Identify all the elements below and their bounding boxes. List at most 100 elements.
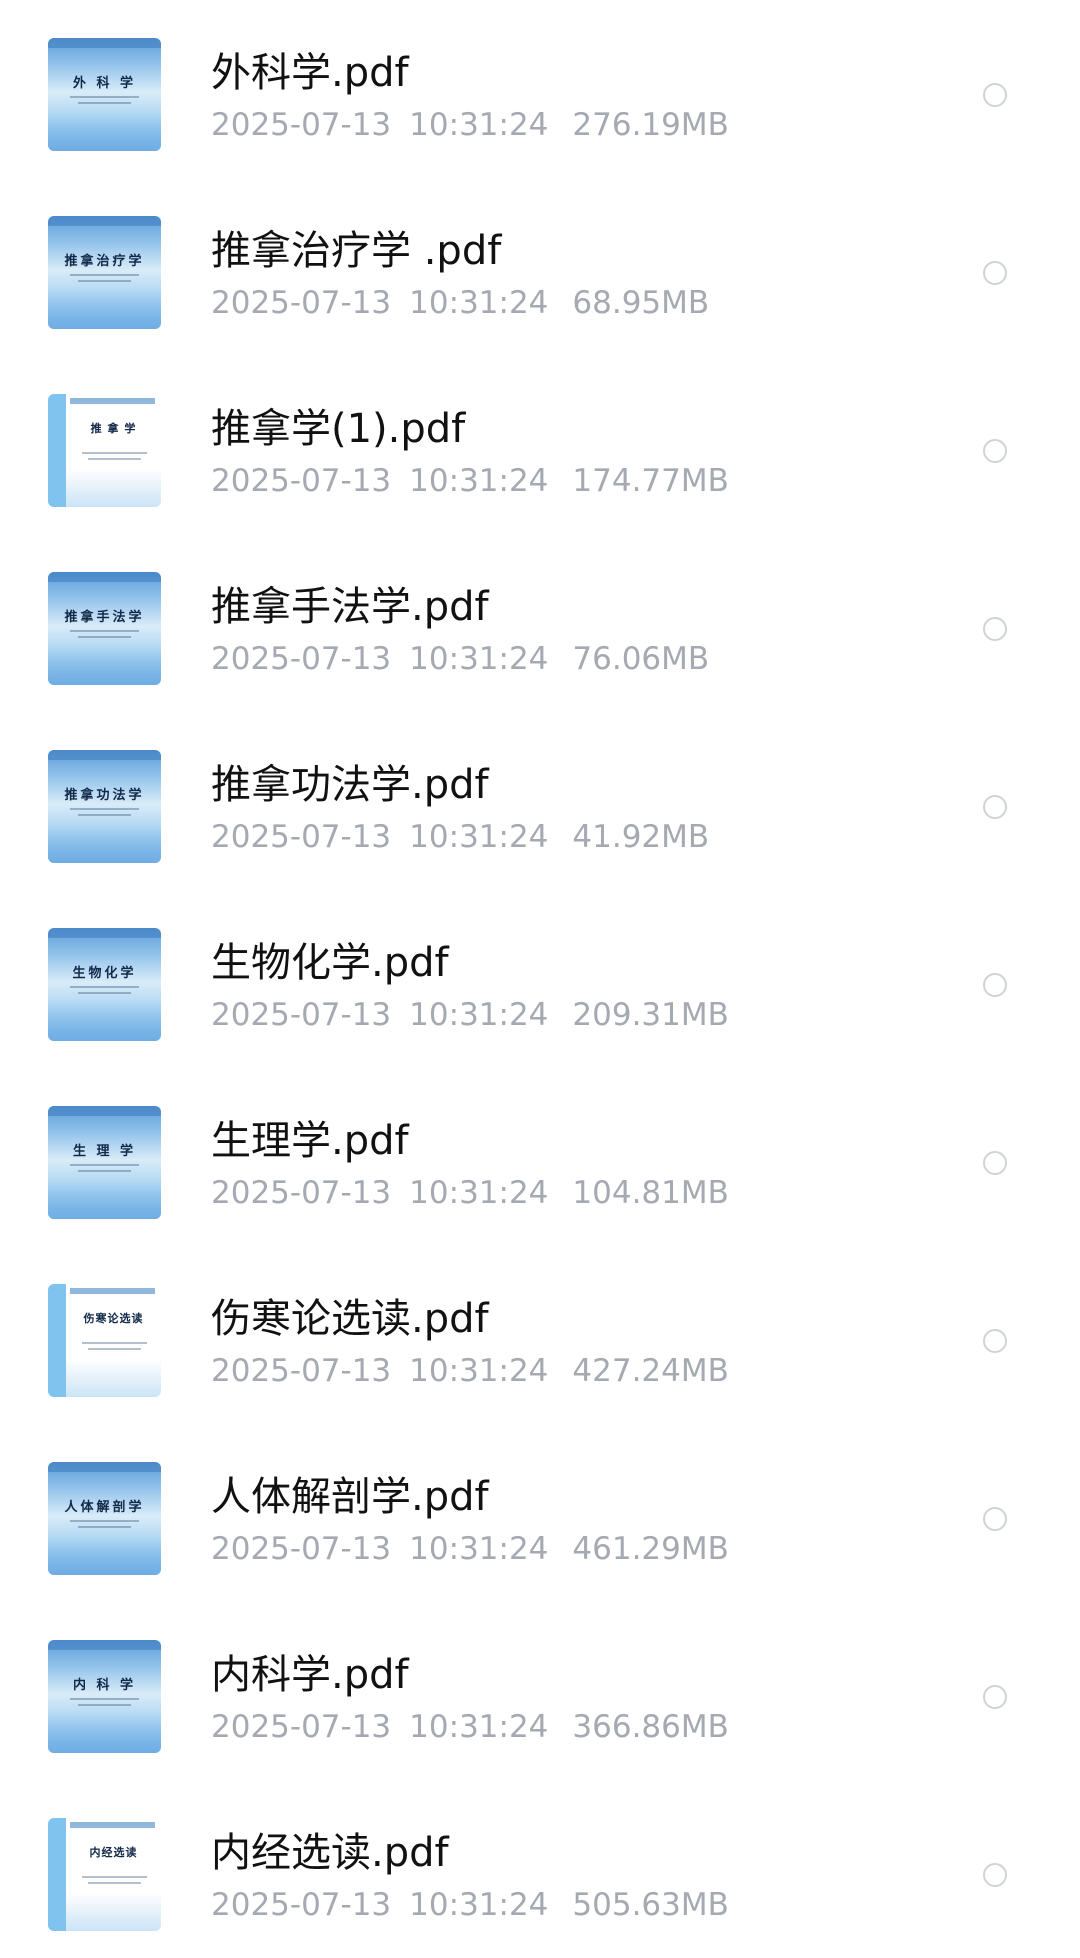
file-name: 内科学.pdf xyxy=(211,1652,409,1698)
file-list-item[interactable]: 推拿功法学 推拿功法学.pdf 2025-07-13 10:31:24 41.92M… xyxy=(0,712,1080,890)
file-size: 174.77MB xyxy=(572,463,729,499)
cover-line xyxy=(70,1698,139,1700)
cover-top-band xyxy=(48,928,161,938)
cover-title: 推拿功法学 xyxy=(64,788,145,803)
cover-title: 内 科 学 xyxy=(72,1678,137,1693)
file-list-item[interactable]: 生 理 学 生理学.pdf 2025-07-13 10:31:24 104.81MB xyxy=(0,1068,1080,1246)
cover-top-band xyxy=(48,1640,161,1650)
cover-line xyxy=(78,1526,131,1528)
file-name: 推拿治疗学 .pdf xyxy=(211,228,502,274)
file-date: 2025-07-13 xyxy=(211,1709,392,1745)
file-meta: 2025-07-13 10:31:24 461.29MB xyxy=(211,1534,729,1565)
file-list-item[interactable]: 伤寒论选读 伤寒论选读.pdf 2025-07-13 10:31:24 427.24… xyxy=(0,1246,1080,1424)
file-size: 209.31MB xyxy=(572,997,729,1033)
pdf-cover-thumbnail: 推拿功法学 xyxy=(48,750,161,863)
pdf-cover-thumbnail: 推 拿 学 xyxy=(48,394,161,507)
cover-line xyxy=(70,1164,139,1166)
file-name: 外科学.pdf xyxy=(211,50,409,96)
cover-line xyxy=(78,1170,131,1172)
pdf-cover-thumbnail: 伤寒论选读 xyxy=(48,1284,161,1397)
pdf-cover-thumbnail: 推拿手法学 xyxy=(48,572,161,685)
file-name: 生理学.pdf xyxy=(211,1118,409,1164)
file-meta: 2025-07-13 10:31:24 276.19MB xyxy=(211,110,729,141)
select-radio-icon[interactable] xyxy=(983,261,1007,285)
select-radio-icon[interactable] xyxy=(983,1685,1007,1709)
file-time: 10:31:24 xyxy=(409,819,549,855)
cover-title: 推拿手法学 xyxy=(64,610,145,625)
file-time: 10:31:24 xyxy=(409,1709,549,1745)
cover-title: 生物化学 xyxy=(72,966,137,981)
cover-wave-art xyxy=(48,825,161,863)
file-size: 427.24MB xyxy=(572,1353,729,1389)
file-list-item[interactable]: 推拿手法学 推拿手法学.pdf 2025-07-13 10:31:24 76.06M… xyxy=(0,534,1080,712)
select-radio-icon[interactable] xyxy=(983,83,1007,107)
select-radio-icon[interactable] xyxy=(983,795,1007,819)
file-time: 10:31:24 xyxy=(409,463,549,499)
cover-line xyxy=(88,458,141,460)
file-size: 461.29MB xyxy=(572,1531,729,1567)
cover-title: 推拿治疗学 xyxy=(64,254,145,269)
cover-top-band xyxy=(48,572,161,582)
file-meta: 2025-07-13 10:31:24 209.31MB xyxy=(211,1000,729,1031)
cover-top-band xyxy=(70,1822,155,1828)
cover-top-band xyxy=(48,1462,161,1472)
file-date: 2025-07-13 xyxy=(211,107,392,143)
cover-line xyxy=(70,96,139,98)
cover-top-band xyxy=(70,398,155,404)
file-name: 推拿学(1).pdf xyxy=(211,406,466,452)
file-list-item[interactable]: 内 科 学 内科学.pdf 2025-07-13 10:31:24 366.86MB xyxy=(0,1602,1080,1780)
file-date: 2025-07-13 xyxy=(211,819,392,855)
cover-top-band xyxy=(48,750,161,760)
cover-top-band xyxy=(70,1288,155,1294)
pdf-cover-thumbnail: 内经选读 xyxy=(48,1818,161,1931)
cover-line xyxy=(70,630,139,632)
file-time: 10:31:24 xyxy=(409,285,549,321)
select-radio-icon[interactable] xyxy=(983,1329,1007,1353)
file-date: 2025-07-13 xyxy=(211,997,392,1033)
select-radio-icon[interactable] xyxy=(983,973,1007,997)
file-date: 2025-07-13 xyxy=(211,641,392,677)
file-date: 2025-07-13 xyxy=(211,285,392,321)
file-meta: 2025-07-13 10:31:24 104.81MB xyxy=(211,1178,729,1209)
file-time: 10:31:24 xyxy=(409,641,549,677)
file-meta: 2025-07-13 10:31:24 427.24MB xyxy=(211,1356,729,1387)
file-name: 人体解剖学.pdf xyxy=(211,1474,489,1520)
file-time: 10:31:24 xyxy=(409,1887,549,1923)
cover-wave-art xyxy=(48,1003,161,1041)
file-date: 2025-07-13 xyxy=(211,1175,392,1211)
select-radio-icon[interactable] xyxy=(983,1507,1007,1531)
file-list-item[interactable]: 推 拿 学 推拿学(1).pdf 2025-07-13 10:31:24 174.7… xyxy=(0,356,1080,534)
cover-line xyxy=(82,452,147,454)
cover-line xyxy=(78,280,131,282)
cover-line xyxy=(78,814,131,816)
select-radio-icon[interactable] xyxy=(983,439,1007,463)
file-size: 366.86MB xyxy=(572,1709,729,1745)
file-name: 推拿功法学.pdf xyxy=(211,762,489,808)
select-radio-icon[interactable] xyxy=(983,1863,1007,1887)
cover-title: 内经选读 xyxy=(89,1846,138,1859)
file-list-item[interactable]: 人体解剖学 人体解剖学.pdf 2025-07-13 10:31:24 461.29… xyxy=(0,1424,1080,1602)
file-size: 104.81MB xyxy=(572,1175,729,1211)
cover-top-band xyxy=(48,38,161,48)
file-meta: 2025-07-13 10:31:24 76.06MB xyxy=(211,644,709,675)
file-list-item[interactable]: 生物化学 生物化学.pdf 2025-07-13 10:31:24 209.31MB xyxy=(0,890,1080,1068)
file-name: 推拿手法学.pdf xyxy=(211,584,489,630)
cover-line xyxy=(78,1704,131,1706)
cover-line xyxy=(70,1520,139,1522)
cover-top-band xyxy=(48,216,161,226)
cover-title: 推 拿 学 xyxy=(90,422,137,435)
cover-top-band xyxy=(48,1106,161,1116)
file-size: 76.06MB xyxy=(572,641,710,677)
file-list-item[interactable]: 推拿治疗学 推拿治疗学 .pdf 2025-07-13 10:31:24 68.95… xyxy=(0,178,1080,356)
select-radio-icon[interactable] xyxy=(983,1151,1007,1175)
file-size: 505.63MB xyxy=(572,1887,729,1923)
cover-wave-art xyxy=(66,1359,161,1397)
cover-line xyxy=(70,986,139,988)
cover-line xyxy=(82,1342,147,1344)
select-radio-icon[interactable] xyxy=(983,617,1007,641)
cover-line xyxy=(78,636,131,638)
file-meta: 2025-07-13 10:31:24 41.92MB xyxy=(211,822,709,853)
file-list-item[interactable]: 内经选读 内经选读.pdf 2025-07-13 10:31:24 505.63MB xyxy=(0,1780,1080,1958)
pdf-cover-thumbnail: 内 科 学 xyxy=(48,1640,161,1753)
file-list-item[interactable]: 外 科 学 外科学.pdf 2025-07-13 10:31:24 276.19MB xyxy=(0,0,1080,178)
